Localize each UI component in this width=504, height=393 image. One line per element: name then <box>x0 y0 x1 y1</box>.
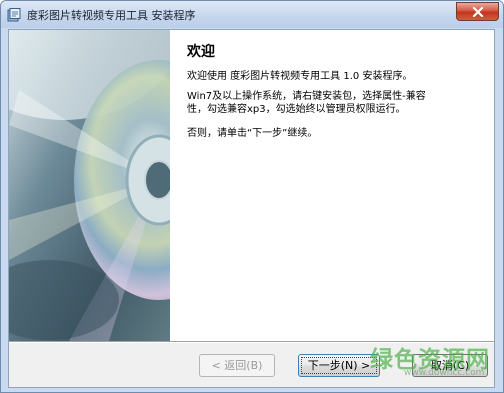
close-button[interactable] <box>456 2 499 21</box>
welcome-message: 欢迎使用 度彩图片转视频专用工具 1.0 安装程序。 <box>187 71 413 82</box>
installer-window: 度彩图片转视频专用工具 安装程序 欢迎 欢迎使用 度彩图片转视频专用工具 1.0… <box>0 0 504 393</box>
compat-instruction-line-1: Win7及以上操作系统，请右键安装包，选择属性-兼容 <box>187 91 426 102</box>
welcome-heading: 欢迎 <box>187 44 215 60</box>
cancel-button[interactable]: 取消(C) <box>412 354 488 377</box>
footer-separator <box>9 341 494 343</box>
close-icon <box>472 7 484 17</box>
continue-instruction: 否则，请单击“下一步”继续。 <box>187 128 318 139</box>
welcome-content-panel: 欢迎 欢迎使用 度彩图片转视频专用工具 1.0 安装程序。 Win7及以上操作系… <box>170 30 494 341</box>
back-button[interactable]: < 返回(B) <box>199 354 275 377</box>
window-title: 度彩图片转视频专用工具 安装程序 <box>27 9 196 22</box>
compat-instruction-line-2: 性，勾选兼容xp3，勾选始终以管理员权限运行。 <box>187 104 406 115</box>
next-button[interactable]: 下一步(N) > <box>298 354 380 377</box>
title-bar[interactable]: 度彩图片转视频专用工具 安装程序 <box>1 1 503 28</box>
cd-disc-banner-image <box>9 30 170 341</box>
next-button-label: 下一步(N) > <box>307 359 371 372</box>
dialog-client-area: 欢迎 欢迎使用 度彩图片转视频专用工具 1.0 安装程序。 Win7及以上操作系… <box>8 29 495 388</box>
installer-app-icon <box>7 7 21 22</box>
